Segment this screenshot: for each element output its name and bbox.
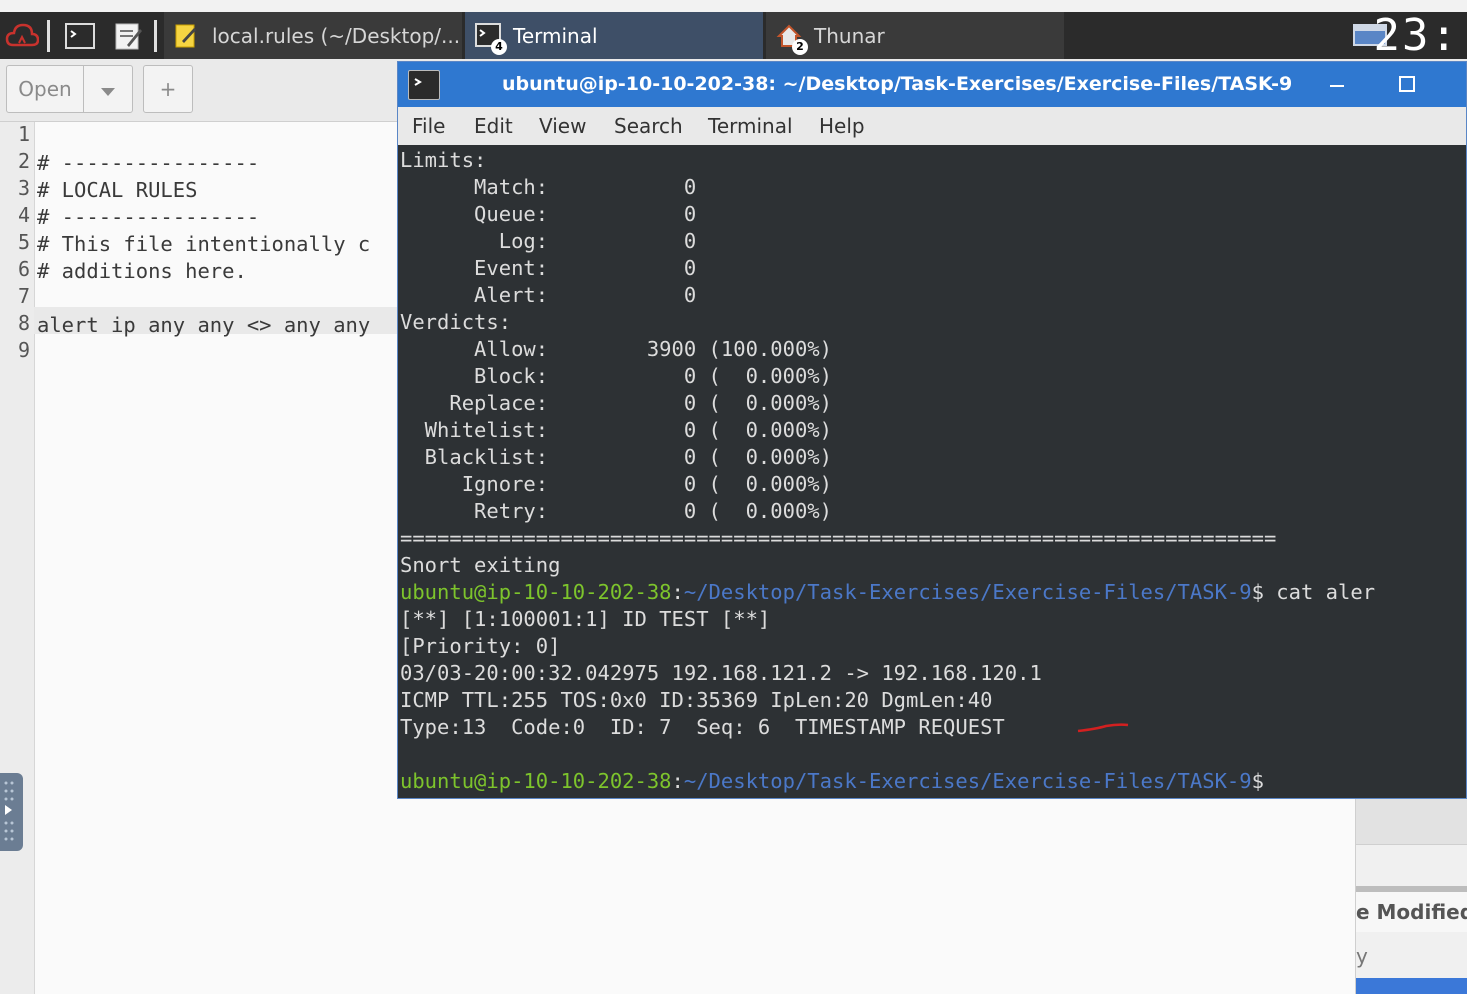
code-line: # ----------------	[37, 205, 260, 229]
line-number-gutter: 1 2 3 4 5 6 7 8 9	[0, 122, 35, 994]
code-line: # ----------------	[37, 151, 260, 175]
terminal-line: ========================================…	[400, 526, 1277, 550]
menu-terminal[interactable]: Terminal	[708, 107, 793, 145]
code-line: alert ip any any <> any any	[37, 313, 371, 337]
maximize-icon[interactable]	[1392, 62, 1422, 107]
panel-separator	[154, 20, 157, 52]
prompt-user: ubuntu@ip-10-10-202-38	[400, 769, 672, 793]
side-panel-handle[interactable]	[0, 773, 23, 851]
open-recent-dropdown[interactable]	[83, 65, 133, 113]
line-number: 8	[17, 311, 30, 335]
code-line: # This file intentionally c	[37, 232, 371, 256]
terminal-line: Alert: 0	[400, 283, 697, 307]
line-number: 2	[17, 149, 30, 173]
terminal-line: Snort exiting	[400, 553, 561, 577]
line-number: 4	[17, 203, 30, 227]
window-count-badge: 4	[491, 38, 507, 55]
line-number: 5	[17, 230, 30, 254]
chevron-down-icon	[101, 77, 115, 101]
peek-toolbar	[1356, 798, 1467, 845]
cloud-logo-icon[interactable]	[2, 12, 42, 59]
terminal-line: Allow: 3900 (100.000%)	[400, 337, 832, 361]
alert-line: Type:13 Code:0 ID: 7 Seq: 6 TIMESTAMP RE…	[400, 715, 1005, 739]
home-folder-icon: 2	[776, 23, 808, 55]
terminal-line: Retry: 0 ( 0.000%)	[400, 499, 832, 523]
terminal-menubar: File Edit View Search Terminal Help	[398, 107, 1466, 145]
line-number: 7	[17, 284, 30, 308]
line-number: 1	[17, 122, 30, 146]
prompt-colon: :	[671, 769, 684, 793]
prompt-user: ubuntu@ip-10-10-202-38	[400, 580, 672, 604]
taskbar-item-thunar[interactable]: 2 Thunar	[766, 12, 1064, 59]
terminal-line: Ignore: 0 ( 0.000%)	[400, 472, 832, 496]
alert-line: [Priority: 0]	[400, 634, 561, 658]
menu-edit[interactable]: Edit	[474, 107, 513, 145]
open-button[interactable]: Open	[6, 65, 84, 113]
text-editor-launcher-icon[interactable]	[108, 12, 148, 59]
screen-top-strip	[0, 0, 1467, 12]
menu-file[interactable]: File	[412, 107, 445, 145]
prompt-command: cat aler	[1263, 580, 1376, 604]
prompt-colon: :	[671, 580, 684, 604]
prompt-symbol: $	[1251, 580, 1264, 604]
menu-view[interactable]: View	[539, 107, 586, 145]
red-annotation-mark	[1077, 723, 1129, 733]
alert-line: 03/03-20:00:32.042975 192.168.121.2 -> 1…	[400, 661, 1042, 685]
minimize-icon[interactable]	[1322, 62, 1352, 107]
list-item[interactable]: y	[1356, 944, 1368, 968]
prompt-symbol: $	[1251, 769, 1264, 793]
terminal-line: Queue: 0	[400, 202, 697, 226]
terminal-line: Verdicts:	[400, 310, 512, 334]
terminal-line: Block: 0 ( 0.000%)	[400, 364, 832, 388]
terminal-line: Log: 0	[400, 229, 697, 253]
column-header-modified[interactable]: e Modified	[1356, 892, 1467, 932]
terminal-line: Blacklist: 0 ( 0.000%)	[400, 445, 832, 469]
taskbar-item-label: local.rules (~/Desktop/...	[212, 23, 461, 48]
menu-help[interactable]: Help	[819, 107, 865, 145]
taskbar-item-label: Terminal	[513, 23, 598, 48]
line-number: 6	[17, 257, 30, 281]
panel-clock[interactable]: 23:	[1374, 12, 1459, 59]
window-title: ubuntu@ip-10-10-202-38: ~/Desktop/Task-E…	[502, 73, 1293, 95]
terminal-line: Limits:	[400, 148, 487, 172]
line-number: 9	[17, 338, 30, 362]
terminal-titlebar[interactable]: ubuntu@ip-10-10-202-38: ~/Desktop/Task-E…	[398, 62, 1466, 107]
terminal-icon: 4	[475, 22, 507, 55]
taskbar-item-local-rules[interactable]: local.rules (~/Desktop/...	[164, 12, 462, 59]
taskbar-item-label: Thunar	[814, 23, 885, 48]
terminal-launcher-icon[interactable]	[58, 12, 102, 59]
prompt-path: ~/Desktop/Task-Exercises/Exercise-Files/…	[683, 580, 1252, 604]
terminal-icon	[408, 70, 440, 100]
menu-search[interactable]: Search	[614, 107, 683, 145]
alert-line: ICMP TTL:255 TOS:0x0 ID:35369 IpLen:20 D…	[400, 688, 993, 712]
terminal-window: ubuntu@ip-10-10-202-38: ~/Desktop/Task-E…	[397, 61, 1467, 799]
alert-line: [**] [1:100001:1] ID TEST [**]	[400, 607, 771, 631]
panel-separator	[47, 20, 50, 52]
code-line: # LOCAL RULES	[37, 178, 198, 202]
terminal-line: Match: 0	[400, 175, 697, 199]
text-editor-icon	[174, 23, 200, 49]
selected-row[interactable]	[1356, 978, 1467, 994]
prompt-line: ubuntu@ip-10-10-202-38:~/Desktop/Task-Ex…	[400, 768, 1264, 795]
terminal-line: Whitelist: 0 ( 0.000%)	[400, 418, 832, 442]
prompt-path: ~/Desktop/Task-Exercises/Exercise-Files/…	[683, 769, 1252, 793]
taskbar-item-terminal[interactable]: 4 Terminal	[465, 12, 763, 59]
new-tab-button[interactable]: +	[143, 65, 193, 113]
terminal-line: Replace: 0 ( 0.000%)	[400, 391, 832, 415]
code-line: # additions here.	[37, 259, 247, 283]
prompt-line: ubuntu@ip-10-10-202-38:~/Desktop/Task-Ex…	[400, 579, 1375, 606]
top-panel: local.rules (~/Desktop/... 4 Terminal 2 …	[0, 12, 1467, 59]
line-number: 3	[17, 176, 30, 200]
window-count-badge: 2	[792, 38, 808, 55]
background-window-peek: e Modified y	[1355, 798, 1467, 994]
terminal-output[interactable]: Limits: Match: 0 Queue: 0 Log: 0 Event: …	[398, 145, 1466, 798]
terminal-line: Event: 0	[400, 256, 697, 280]
